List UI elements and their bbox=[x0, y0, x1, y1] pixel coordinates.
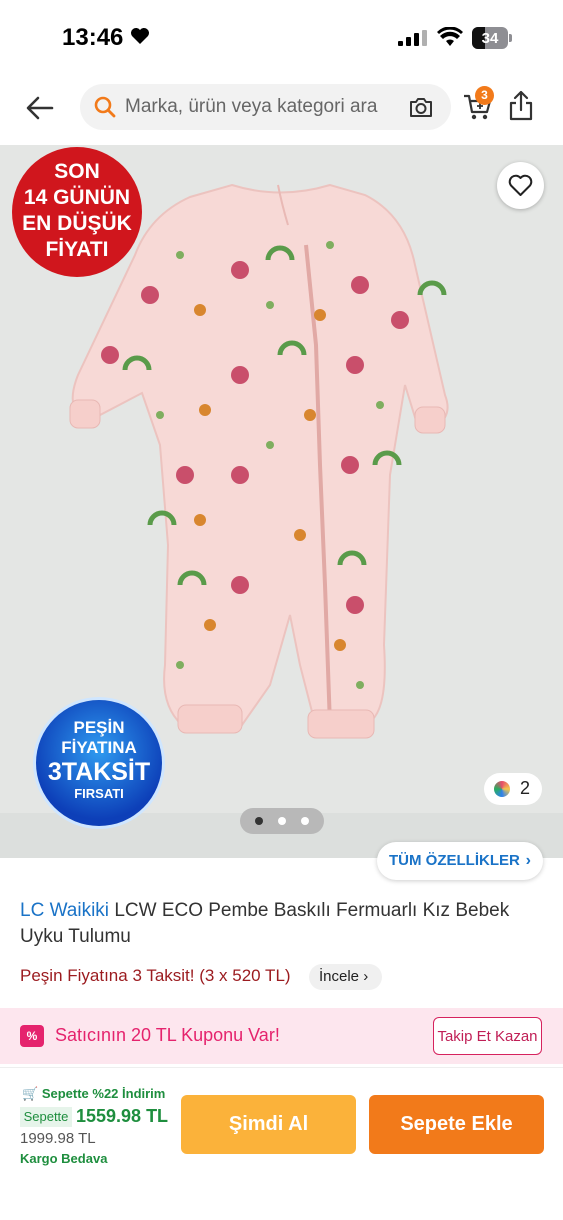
installment-promo-badge: PEŞİN FİYATINA 3TAKSİT FIRSATI bbox=[36, 700, 162, 826]
purchase-bar: 🛒 Sepette %22 İndirim Sepette 1559.98 TL… bbox=[0, 1067, 563, 1220]
back-arrow-icon[interactable] bbox=[22, 90, 58, 126]
coupon-icon: % bbox=[20, 1025, 44, 1047]
follow-earn-button[interactable]: Takip Et Kazan bbox=[433, 1017, 542, 1055]
lowest-price-badge: SON 14 GÜNÜN EN DÜŞÜK FİYATI bbox=[12, 147, 142, 277]
status-time: 13:46 bbox=[62, 24, 124, 51]
badge-line-1: SON bbox=[54, 160, 100, 183]
installment-offer: Peşin Fiyatına 3 Taksit! (3 x 520 TL) bbox=[20, 966, 291, 985]
installment-badge-line-4: FIRSATI bbox=[74, 786, 124, 801]
review-installment-button[interactable]: İncele › bbox=[309, 964, 382, 990]
badge-line-4: FİYATI bbox=[45, 238, 109, 261]
badge-line-3: EN DÜŞÜK bbox=[22, 212, 132, 235]
battery-level: 34 bbox=[481, 30, 499, 47]
search-icon bbox=[94, 96, 116, 118]
top-nav: Marka, ürün veya kategori ara 3 bbox=[0, 76, 563, 138]
cart-count-badge: 3 bbox=[475, 86, 494, 105]
all-features-label: TÜM ÖZELLİKLER bbox=[389, 852, 520, 869]
color-variants-button[interactable]: 2 bbox=[484, 773, 542, 805]
coupon-banner: % Satıcının 20 TL Kuponu Var! Takip Et K… bbox=[0, 1008, 563, 1064]
product-photo[interactable]: SON 14 GÜNÜN EN DÜŞÜK FİYATI PEŞİN FİYAT… bbox=[0, 145, 563, 826]
product-title: LC Waikiki LCW ECO Pembe Baskılı Fermuar… bbox=[20, 898, 550, 950]
add-to-cart-button[interactable]: Sepete Ekle bbox=[369, 1095, 544, 1154]
badge-line-2: 14 GÜNÜN bbox=[23, 186, 131, 209]
color-palette-icon bbox=[494, 781, 510, 797]
search-bar[interactable]: Marka, ürün veya kategori ara bbox=[80, 84, 451, 130]
review-label: İncele bbox=[319, 968, 360, 985]
heart-outline-icon bbox=[508, 174, 533, 196]
installment-badge-line-1: PEŞİN bbox=[73, 718, 125, 737]
cart-small-icon: 🛒 bbox=[22, 1086, 39, 1101]
installment-badge-line-2: FİYATINA bbox=[61, 738, 137, 757]
installment-badge-line-3: 3TAKSİT bbox=[47, 758, 151, 786]
all-features-button[interactable]: TÜM ÖZELLİKLER › bbox=[377, 842, 543, 880]
free-shipping-label: Kargo Bedava bbox=[20, 1151, 108, 1166]
status-bar: 13:46 34 bbox=[0, 0, 563, 72]
battery-indicator: 34 bbox=[472, 27, 512, 49]
camera-search-icon[interactable] bbox=[408, 95, 434, 119]
wifi-icon bbox=[437, 27, 463, 46]
search-placeholder: Marka, ürün veya kategori ara bbox=[125, 96, 378, 117]
original-price: 1999.98 TL bbox=[20, 1130, 96, 1147]
share-icon[interactable] bbox=[508, 90, 534, 122]
pager-dot[interactable] bbox=[278, 817, 286, 825]
chevron-right-icon: › bbox=[525, 852, 531, 869]
coupon-text: Satıcının 20 TL Kuponu Var! bbox=[55, 1025, 280, 1045]
heart-icon bbox=[131, 28, 149, 44]
brand-link[interactable]: LC Waikiki bbox=[20, 900, 109, 921]
buy-now-button[interactable]: Şimdi Al bbox=[181, 1095, 356, 1154]
favorite-button[interactable] bbox=[497, 162, 544, 209]
product-gallery[interactable]: SON 14 GÜNÜN EN DÜŞÜK FİYATI PEŞİN FİYAT… bbox=[0, 145, 563, 858]
signal-icon bbox=[398, 30, 427, 46]
cart-price-tag: Sepette bbox=[20, 1107, 72, 1127]
image-pager[interactable] bbox=[240, 808, 324, 834]
chevron-right-icon: › bbox=[363, 968, 369, 985]
pager-dot[interactable] bbox=[301, 817, 309, 825]
pager-dot-active[interactable] bbox=[255, 817, 263, 825]
cart-price: 1559.98 TL bbox=[76, 1106, 169, 1126]
color-count: 2 bbox=[520, 778, 531, 798]
cart-discount-label: 🛒 Sepette %22 İndirim bbox=[22, 1086, 166, 1101]
